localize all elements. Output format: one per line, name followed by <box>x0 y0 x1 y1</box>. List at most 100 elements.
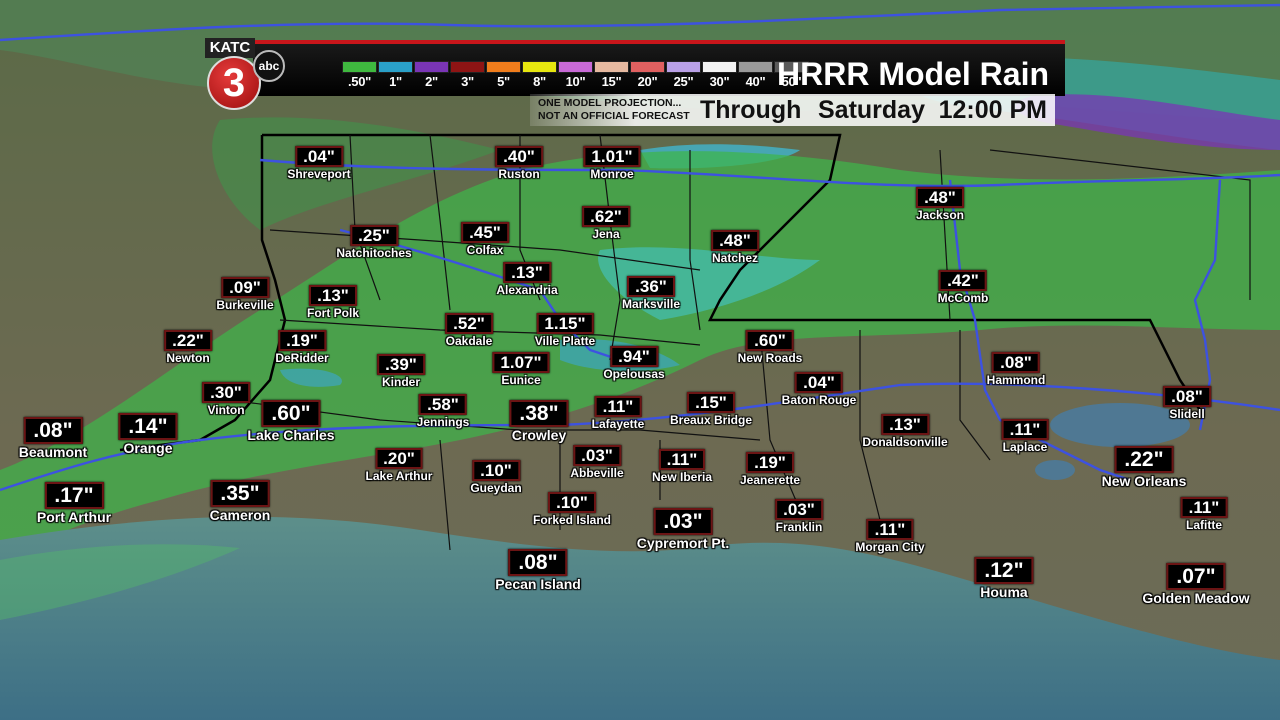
city-name: Crowley <box>511 427 567 443</box>
city-name: Opelousas <box>603 367 665 381</box>
forecast-day: Saturday <box>818 96 925 124</box>
city-name: Baton Rouge <box>781 393 857 407</box>
logo-callsign: KATC <box>205 38 255 58</box>
city-label: .35" Cameron <box>210 480 270 523</box>
rain-total-value: .35" <box>210 480 270 507</box>
city-label: .42" McComb <box>937 270 989 305</box>
city-label: .39" Kinder <box>377 354 425 389</box>
lake-borgne <box>1035 460 1075 480</box>
city-name: Cypremort Pt. <box>636 535 730 551</box>
city-name: Ville Platte <box>534 334 596 348</box>
map-title: HRRR Model Rain <box>777 56 1049 92</box>
city-label: .11" Lafayette <box>592 396 644 431</box>
rain-total-value: .13" <box>881 414 929 435</box>
city-label: .03" Cypremort Pt. <box>636 508 730 551</box>
city-name: New Iberia <box>651 470 713 484</box>
city-name: Marksville <box>621 297 681 311</box>
rain-total-value: .10" <box>548 492 596 513</box>
city-name: Jackson <box>915 208 965 222</box>
legend-label: 40" <box>745 74 766 89</box>
city-label: .58" Jennings <box>416 394 470 429</box>
map-header: .50" 1" 2" 3" 5" 8" 10" 15" 20" 25" 30" 40" 50" HRRR… <box>205 38 1065 130</box>
city-label: .10" Gueydan <box>470 460 522 495</box>
legend-swatch <box>558 61 593 73</box>
rain-total-value: .03" <box>775 499 823 520</box>
city-label: .08" Hammond <box>986 352 1046 387</box>
city-label: .11" Laplace <box>1001 419 1049 454</box>
city-name: Port Arthur <box>36 509 112 525</box>
city-name: Forked Island <box>532 513 612 527</box>
rain-total-value: .58" <box>419 394 467 415</box>
city-label: .04" Baton Rouge <box>781 372 857 407</box>
legend-item: 40" <box>738 61 773 89</box>
legend-label: 15" <box>601 74 622 89</box>
rain-total-value: .60" <box>261 400 321 427</box>
city-name: Eunice <box>501 373 541 387</box>
header-subbar: ONE MODEL PROJECTION... NOT AN OFFICIAL … <box>530 94 1055 126</box>
rain-total-value: .11" <box>594 396 642 417</box>
rain-total-value: .94" <box>610 346 658 367</box>
city-label: .45" Colfax <box>461 222 509 257</box>
rain-total-value: .09" <box>221 277 269 298</box>
city-label: .09" Burkeville <box>216 277 274 312</box>
city-label: .38" Crowley <box>509 400 569 443</box>
legend-item: 2" <box>414 61 449 89</box>
legend-item: 15" <box>594 61 629 89</box>
city-name: Alexandria <box>496 283 558 297</box>
legend-label: 2" <box>425 74 438 89</box>
city-name: New Orleans <box>1101 473 1187 489</box>
city-label: .52" Oakdale <box>445 313 493 348</box>
city-name: Jena <box>592 227 620 241</box>
city-label: .40" Ruston <box>495 146 543 181</box>
rain-total-value: 1.15" <box>536 313 594 334</box>
legend-item: 3" <box>450 61 485 89</box>
rain-total-value: .60" <box>746 330 794 351</box>
disclaimer-line-1: ONE MODEL PROJECTION... <box>538 97 682 109</box>
city-name: Jeanerette <box>739 473 801 487</box>
rain-total-value: .14" <box>118 413 178 440</box>
city-name: Burkeville <box>216 298 274 312</box>
rain-total-value: .19" <box>278 330 326 351</box>
city-label: .11" New Iberia <box>652 449 712 484</box>
rain-total-value: .07" <box>1166 563 1226 590</box>
rain-total-value: .04" <box>295 146 343 167</box>
city-name: Hammond <box>986 373 1046 387</box>
city-name: McComb <box>937 291 989 305</box>
city-name: Monroe <box>590 167 634 181</box>
abc-network-icon: abc <box>253 50 285 82</box>
city-name: Franklin <box>775 520 823 534</box>
city-name: Kinder <box>381 375 421 389</box>
city-name: Orange <box>123 440 173 456</box>
legend-swatch <box>378 61 413 73</box>
legend-swatch <box>342 61 377 73</box>
legend-swatch <box>738 61 773 73</box>
city-label: .19" DeRidder <box>275 330 329 365</box>
city-name: Morgan City <box>855 540 925 554</box>
city-label: .60" New Roads <box>738 330 802 365</box>
rain-total-value: .03" <box>573 445 621 466</box>
legend-item: 5" <box>486 61 521 89</box>
legend-swatch <box>522 61 557 73</box>
rain-total-value: .11" <box>658 449 706 470</box>
station-logo: KATC 3 abc <box>205 38 285 110</box>
rain-total-value: .39" <box>377 354 425 375</box>
city-name: Jennings <box>416 415 470 429</box>
legend-label: 20" <box>637 74 658 89</box>
city-label: .13" Donaldsonville <box>862 414 948 449</box>
city-label: .17" Port Arthur <box>37 482 111 525</box>
city-name: Ruston <box>498 167 540 181</box>
rain-total-value: .08" <box>23 417 83 444</box>
legend-label: 10" <box>565 74 586 89</box>
through-label: Through <box>700 96 802 124</box>
rain-total-value: .04" <box>795 372 843 393</box>
city-name: Vinton <box>207 403 245 417</box>
rain-total-value: .10" <box>472 460 520 481</box>
city-label: .22" New Orleans <box>1101 446 1187 489</box>
city-name: Newton <box>166 351 210 365</box>
city-name: Fort Polk <box>306 306 360 320</box>
rain-total-value: .45" <box>461 222 509 243</box>
city-label: .19" Jeanerette <box>740 452 800 487</box>
rain-total-value: .48" <box>916 187 964 208</box>
city-name: Golden Meadow <box>1142 590 1250 606</box>
rain-total-value: .19" <box>746 452 794 473</box>
